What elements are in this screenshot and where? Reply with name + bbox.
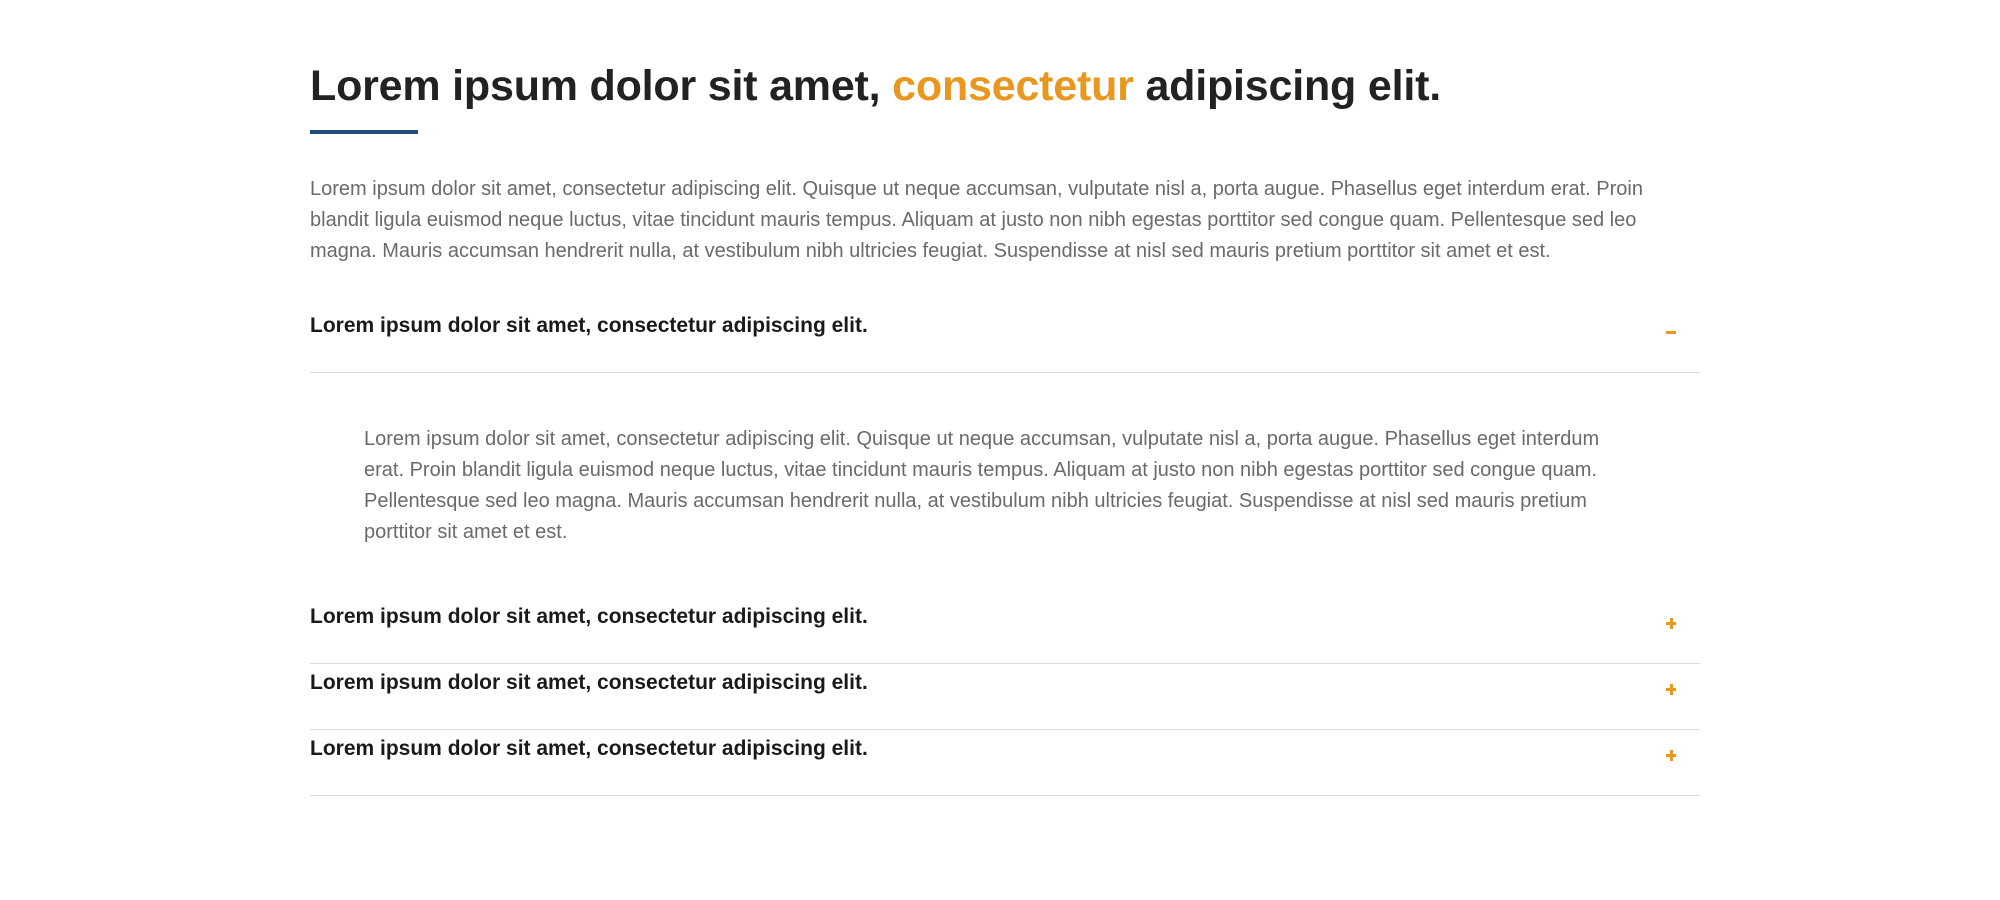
minus-icon-bar <box>1666 331 1676 334</box>
accordion-header[interactable]: Lorem ipsum dolor sit amet, consectetur … <box>310 664 1700 729</box>
accordion-item: Lorem ipsum dolor sit amet, consectetur … <box>310 307 1700 598</box>
page-title-accent: consectetur <box>892 62 1134 110</box>
page-title: Lorem ipsum dolor sit amet, consectetur … <box>310 56 1700 116</box>
page-title-lead: Lorem ipsum dolor sit amet, <box>310 62 893 110</box>
accordion-item: Lorem ipsum dolor sit amet, consectetur … <box>310 730 1700 796</box>
accordion-title: Lorem ipsum dolor sit amet, consectetur … <box>310 737 868 760</box>
accordion-item: Lorem ipsum dolor sit amet, consectetur … <box>310 598 1700 664</box>
page-title-tail: adipiscing elit. <box>1133 62 1441 110</box>
accordion-title: Lorem ipsum dolor sit amet, consectetur … <box>310 314 868 337</box>
content-section: Lorem ipsum dolor sit amet, consectetur … <box>310 56 1700 796</box>
accordion: Lorem ipsum dolor sit amet, consectetur … <box>310 307 1700 796</box>
accordion-panel-text: Lorem ipsum dolor sit amet, consectetur … <box>364 428 1600 543</box>
title-underline <box>310 130 418 134</box>
accordion-header[interactable]: Lorem ipsum dolor sit amet, consectetur … <box>310 598 1700 663</box>
plus-icon[interactable] <box>1664 748 1678 762</box>
plus-icon[interactable] <box>1664 682 1678 696</box>
plus-icon-bar-v <box>1669 750 1673 761</box>
page: Lorem ipsum dolor sit amet, consectetur … <box>0 0 2000 900</box>
minus-icon[interactable] <box>1664 325 1678 339</box>
plus-icon-bar-v <box>1669 684 1673 695</box>
accordion-panel: Lorem ipsum dolor sit amet, consectetur … <box>310 373 1700 598</box>
plus-icon[interactable] <box>1664 616 1678 630</box>
accordion-title: Lorem ipsum dolor sit amet, consectetur … <box>310 671 868 694</box>
accordion-item: Lorem ipsum dolor sit amet, consectetur … <box>310 664 1700 730</box>
plus-icon-bar-v <box>1669 618 1673 629</box>
intro-paragraph: Lorem ipsum dolor sit amet, consectetur … <box>310 178 1643 262</box>
accordion-title: Lorem ipsum dolor sit amet, consectetur … <box>310 605 868 628</box>
accordion-header[interactable]: Lorem ipsum dolor sit amet, consectetur … <box>310 307 1700 373</box>
accordion-header[interactable]: Lorem ipsum dolor sit amet, consectetur … <box>310 730 1700 795</box>
